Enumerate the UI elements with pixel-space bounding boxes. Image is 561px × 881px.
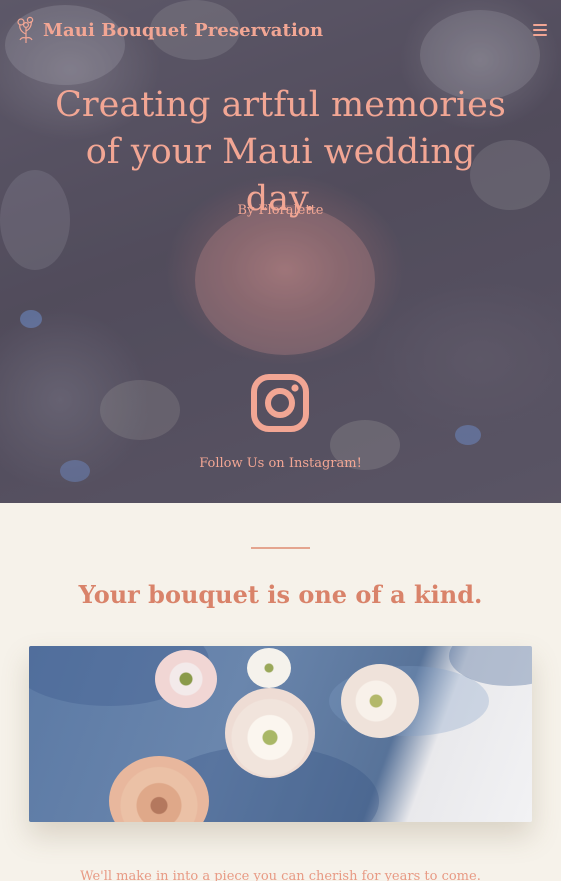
intro-section: Your bouquet is one of a kind. We'll mak… <box>0 503 561 881</box>
hero-title: Creating artful memories of your Maui we… <box>55 85 506 219</box>
brand-logo-link[interactable]: Maui Bouquet Preservation <box>15 16 323 44</box>
hamburger-menu-icon[interactable] <box>533 24 547 37</box>
hero-section: Maui Bouquet Preservation Creating artfu… <box>0 0 561 503</box>
hero-byline: By Floralette <box>237 203 324 218</box>
instagram-icon[interactable] <box>251 374 309 432</box>
section-heading: Your bouquet is one of a kind. <box>78 580 483 609</box>
bouquet-photo <box>29 646 532 822</box>
floral-logo-icon <box>17 16 34 43</box>
section-body-text: We'll make in into a piece you can cheri… <box>80 869 481 881</box>
instagram-follow-link[interactable]: Follow Us on Instagram! <box>0 456 561 471</box>
brand-name: Maui Bouquet Preservation <box>43 19 324 41</box>
section-divider <box>251 547 310 549</box>
